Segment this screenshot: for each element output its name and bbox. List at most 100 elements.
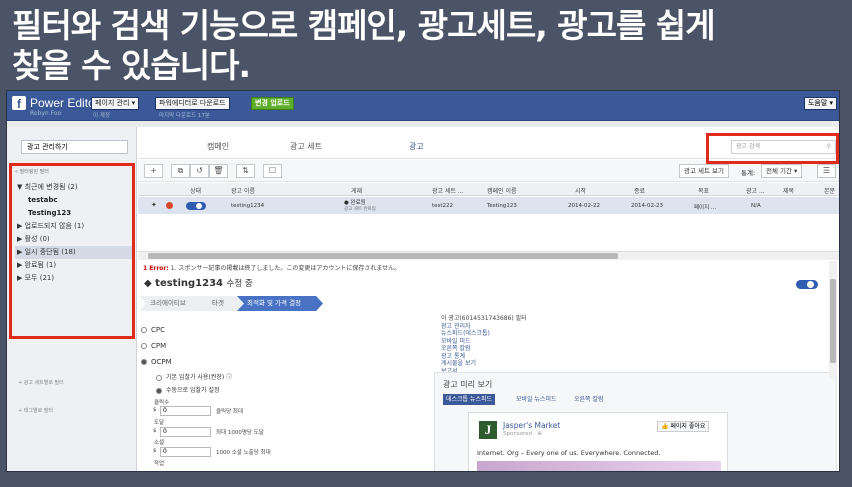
link-newsfeed[interactable]: 뉴스피드(데스크톱) <box>441 330 527 338</box>
period-select[interactable]: 전체 기간 ▾ <box>761 164 803 178</box>
clicks-label: 클릭수 <box>154 400 170 406</box>
adset-view-button[interactable]: 광고 세트 보기 <box>679 164 730 178</box>
social-note: 1000 소셜 노출당 최대 <box>216 450 271 456</box>
tab-right-column[interactable]: 오른쪽 칼럼 <box>571 394 607 405</box>
reach-input[interactable]: 0 <box>160 427 211 437</box>
error-icon <box>166 202 173 209</box>
error-text: 1. スポンサー記事の掲載は終了しました。この変更はアカウントに保存されません。 <box>170 265 401 272</box>
editor-ad-name: testing1234 <box>155 278 224 289</box>
help-button[interactable]: 도움말 ▾ <box>803 97 837 110</box>
radio-cpm[interactable]: CPM <box>141 342 166 350</box>
vertical-scrollbar[interactable] <box>829 261 837 379</box>
crumb-optimization[interactable]: 최적화 및 가격 결정 <box>237 296 323 311</box>
radio-basic-bid[interactable]: 기본 입찰가 사용(권장) ⓘ <box>156 372 232 381</box>
clicks-input[interactable]: 0 <box>160 406 211 416</box>
link-right-column[interactable]: 오른쪽 칼럼 <box>441 345 527 353</box>
error-line: 1 Error: 1. スポンサー記事の掲載は終了しました。この変更はアカウント… <box>143 263 400 272</box>
tab-ad[interactable]: 광고 <box>409 141 424 152</box>
col-adset[interactable]: 광고 세트 ... <box>432 186 464 195</box>
account-select[interactable]: 광고 관리하기 <box>21 140 128 154</box>
vscroll-thumb[interactable] <box>830 279 836 363</box>
upload-changes-button[interactable]: 변경 업로드 <box>251 97 294 110</box>
sponsored-label: Sponsored · ⊕ <box>503 431 542 437</box>
preview-title: 광고 미리 보기 <box>443 380 493 389</box>
page-logo: J <box>479 421 497 439</box>
account-note: 이 계정 <box>93 113 110 119</box>
crumb-creative[interactable]: 크리에이티브 <box>140 296 208 311</box>
link-ads-manager[interactable]: 광고 관리자 <box>441 323 527 331</box>
col-title[interactable]: 제목 <box>783 186 794 195</box>
col-campaign[interactable]: 캠페인 이름 <box>487 186 517 195</box>
col-adv[interactable]: 광고 ... <box>746 186 765 195</box>
tab-campaign[interactable]: 캠페인 <box>207 141 229 152</box>
cell-adv: N/A <box>751 203 761 209</box>
horizontal-scrollbar[interactable] <box>138 251 839 260</box>
cell-campaign: Testing123 <box>487 203 517 209</box>
undo-icon[interactable]: ↺ <box>190 164 209 178</box>
like-page-button[interactable]: 👍 페이지 좋아요 <box>657 421 710 432</box>
radio-manual-label: 수동으로 입찰가 설정 <box>166 387 220 394</box>
radio-ocpm[interactable]: OCPM <box>141 358 172 366</box>
col-ad-name[interactable]: 광고 이름 <box>231 186 255 195</box>
tab-adset[interactable]: 광고 세트 <box>290 141 322 152</box>
scroll-thumb[interactable] <box>148 253 618 259</box>
add-icon[interactable]: + <box>144 164 163 178</box>
col-end[interactable]: 종료 <box>634 186 645 195</box>
stats-label: 통계: <box>741 169 756 177</box>
status-toggle[interactable] <box>186 202 206 210</box>
social-input[interactable]: 0 <box>160 447 211 457</box>
col-status[interactable]: 상태 <box>190 186 201 195</box>
cell-adset: test222 <box>432 203 454 209</box>
social-label: 소셜 <box>154 440 165 446</box>
radio-cpm-dot <box>141 343 147 349</box>
radio-ocpm-dot <box>141 359 147 365</box>
radio-basic-label: 기본 입찰가 사용(권장) <box>166 374 225 381</box>
radio-manual-bid[interactable]: 수동으로 입찰가 설정 <box>156 385 220 394</box>
ad-image <box>477 461 721 471</box>
radio-cpc[interactable]: CPC <box>141 326 165 334</box>
facebook-logo-icon: f <box>12 96 26 111</box>
error-label: 1 Error: <box>143 265 169 272</box>
radio-manual-dot <box>156 387 162 394</box>
user-name: Robyn Foo <box>30 110 62 117</box>
duplicate-icon[interactable]: ⧉ <box>171 164 190 178</box>
link-view-post[interactable]: 게시물을 보기 <box>441 360 527 368</box>
table-header: 상태 광고 이름 게재 광고 세트 ... 캠페인 이름 시작 종료 목표 광고… <box>138 183 839 196</box>
col-review[interactable]: 게재 <box>351 186 362 195</box>
col-body[interactable]: 본문 <box>824 186 835 195</box>
filter-by-adset-link[interactable]: + 광고 세트별로 필터 <box>18 379 64 386</box>
tag-icon[interactable]: ⇅ <box>236 164 255 178</box>
tab-desktop-newsfeed[interactable]: 데스크톱 뉴스피드 <box>443 394 496 405</box>
editor-toggle[interactable] <box>796 280 818 289</box>
action-label: 작업 <box>154 461 165 467</box>
radio-cpc-dot <box>141 327 147 333</box>
cell-end: 2014-02-23 <box>631 203 663 209</box>
search-highlight-box <box>706 133 839 164</box>
cell-review: ● 완료됨 <box>344 200 366 206</box>
page-manage-button[interactable]: 페이지 관리 ▾ <box>91 97 140 110</box>
ad-text: Internet. Org – Every one of us. Everywh… <box>477 449 661 457</box>
link-ad-stats[interactable]: 광고 통계 <box>441 353 527 361</box>
last-download-note: 마지막 다운로드 17분 <box>159 113 210 119</box>
page-name[interactable]: Jasper's Market <box>503 421 560 430</box>
table-row[interactable]: ✦ testing1234 ● 완료됨 광고 세트 완료됨 test222 Te… <box>138 197 839 214</box>
slide-title-line2: 찾을 수 있습니다. <box>12 46 251 85</box>
columns-icon[interactable]: ☰ <box>817 164 836 178</box>
slide-title: 필터와 검색 기능으로 캠페인, 광고세트, 광고를 쉽게 찾을 수 있습니다. <box>12 6 842 86</box>
pin-icon[interactable]: ✦ <box>151 201 157 209</box>
slide-title-line1: 필터와 검색 기능으로 캠페인, 광고세트, 광고를 쉽게 <box>12 6 716 45</box>
download-button[interactable]: 파워에디터로 다운로드 <box>155 97 230 110</box>
tab-mobile-newsfeed[interactable]: 모바일 뉴스피드 <box>513 394 560 405</box>
clicks-note: 클릭당 최대 <box>216 409 244 415</box>
dollar-sign: $ <box>153 407 157 413</box>
crumb-target[interactable]: 타겟 <box>202 296 242 311</box>
col-start[interactable]: 시작 <box>575 186 586 195</box>
cell-review-sub: 광고 세트 완료됨 <box>344 207 376 212</box>
editor-suffix: 수정 중 <box>226 279 253 289</box>
preview-icon[interactable]: ☐ <box>263 164 282 178</box>
link-mobile[interactable]: 모바일 피드 <box>441 338 527 346</box>
col-goal[interactable]: 목표 <box>698 186 709 195</box>
filter-by-tag-link[interactable]: + 태그별로 필터 <box>18 407 53 414</box>
cell-goal: 페이지 ... <box>694 205 717 211</box>
delete-icon[interactable]: 🗑 <box>209 164 228 178</box>
